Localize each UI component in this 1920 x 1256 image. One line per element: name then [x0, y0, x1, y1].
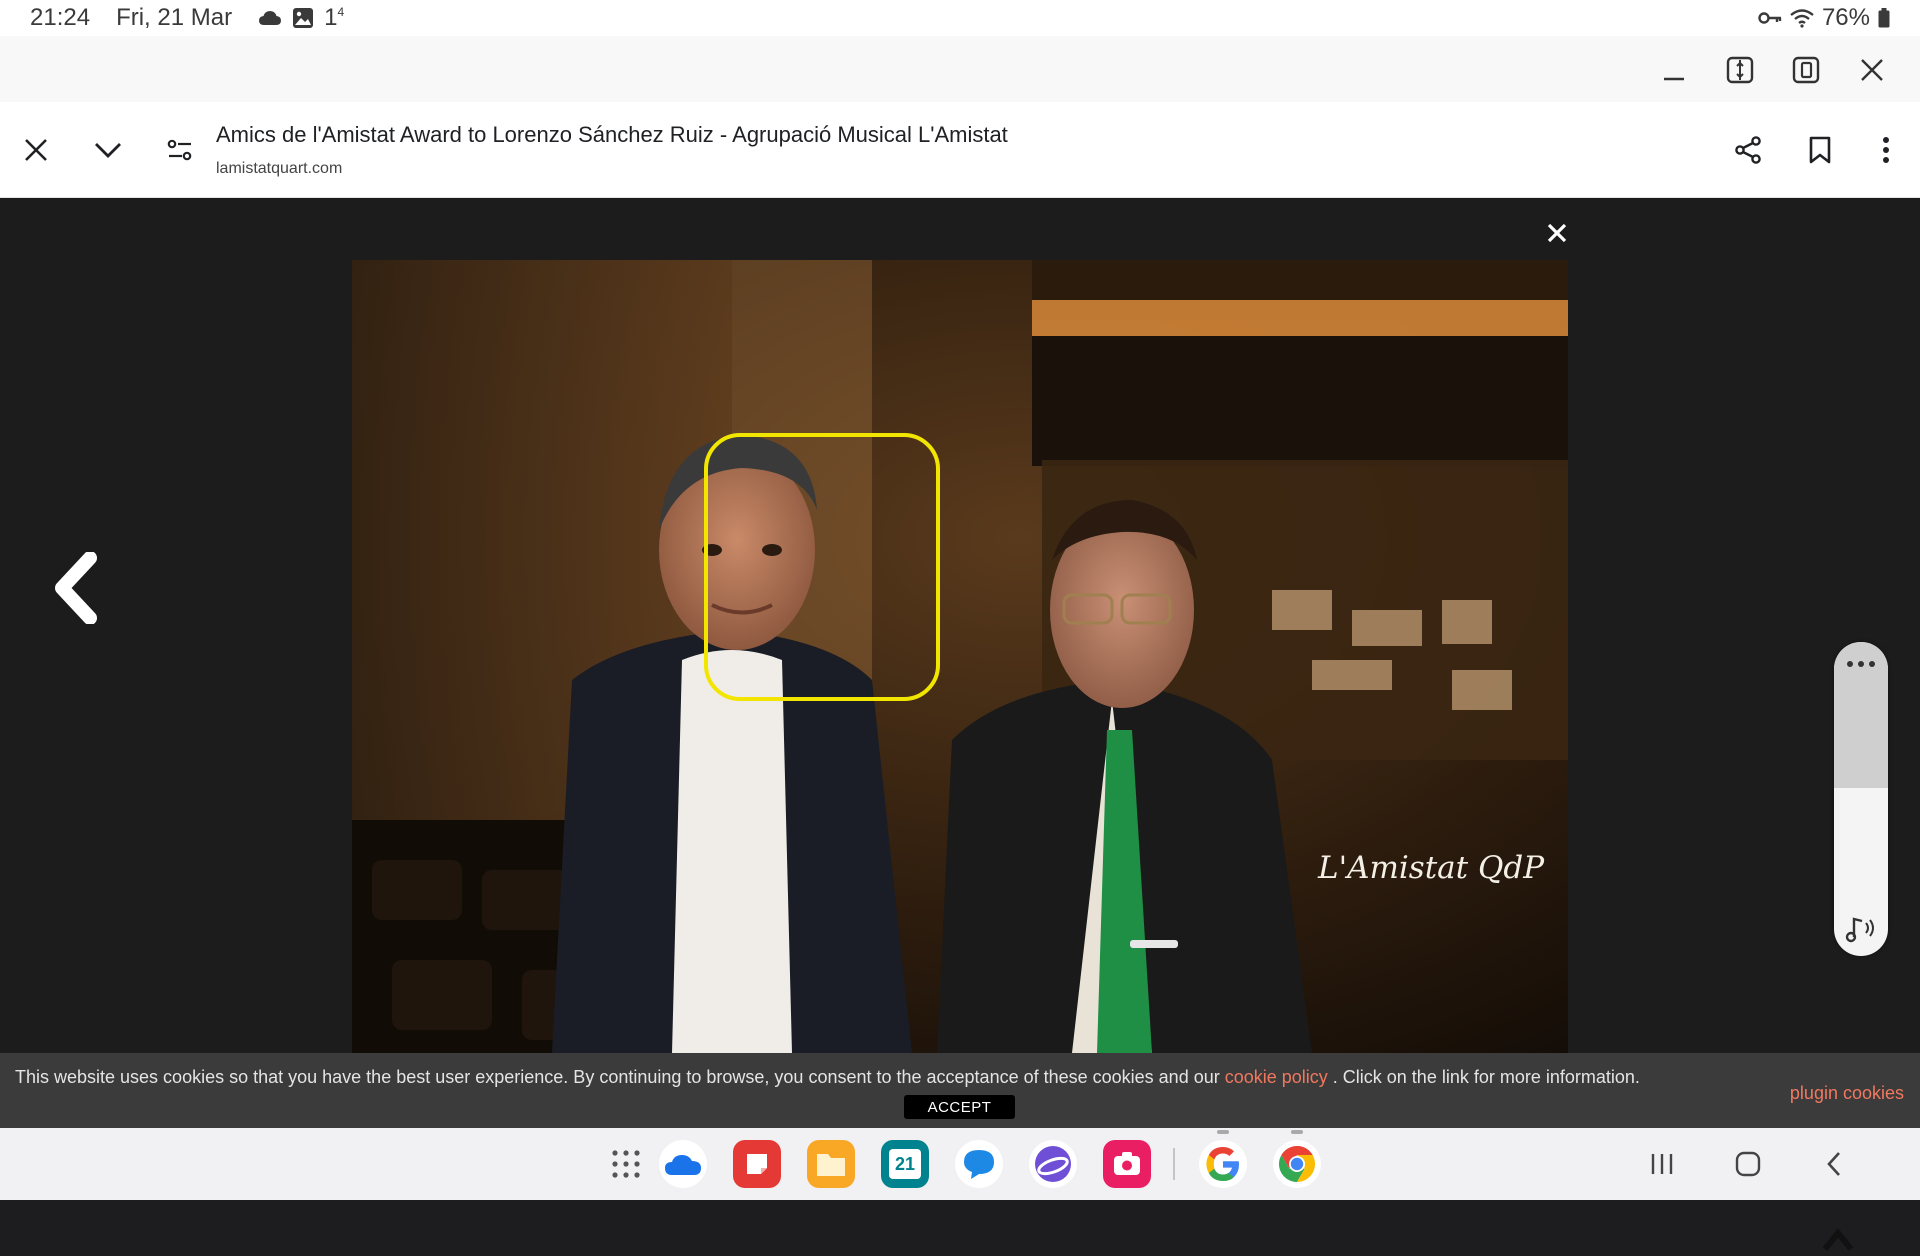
- previous-image-button[interactable]: [40, 538, 110, 638]
- messages-icon: [955, 1140, 1003, 1188]
- screen-recorder-icon: [1103, 1140, 1151, 1188]
- scroll-to-top-button[interactable]: [1818, 1224, 1858, 1256]
- event-photo: L'Amistat QdP: [352, 260, 1568, 1053]
- lightbox-viewer: L'Amistat QdP: [0, 198, 1920, 1251]
- tune-icon: [167, 139, 192, 161]
- running-indicator: [1217, 1130, 1229, 1134]
- share-icon: [1735, 136, 1761, 164]
- bookmark-button[interactable]: [1796, 126, 1844, 174]
- more-horizontal-icon: [1847, 661, 1875, 667]
- split-view-icon: [1726, 56, 1754, 84]
- onedrive-icon: [659, 1140, 707, 1188]
- custom-tab-header: Amics de l'Amistat Award to Lorenzo Sánc…: [0, 102, 1920, 198]
- cloud-icon: [258, 9, 282, 27]
- screen-recorder-app[interactable]: [1103, 1140, 1151, 1188]
- back-button[interactable]: [1812, 1142, 1856, 1186]
- calendar-app[interactable]: 21: [881, 1140, 929, 1188]
- cookie-message: This website uses cookies so that you ha…: [15, 1067, 1640, 1087]
- chrome-icon: [1273, 1140, 1321, 1188]
- google-icon: [1199, 1140, 1247, 1188]
- lightbox-close-button[interactable]: [1540, 216, 1574, 250]
- photo-illustration: [352, 260, 1568, 1053]
- messages-app[interactable]: [955, 1140, 1003, 1188]
- notes-app[interactable]: [733, 1140, 781, 1188]
- gallery-icon: [292, 7, 314, 29]
- minimize-icon: [1664, 77, 1684, 81]
- minimize-button[interactable]: [1654, 50, 1694, 90]
- chrome-app[interactable]: [1273, 1140, 1321, 1188]
- chevron-down-icon: [95, 143, 121, 158]
- window-controls-bar: [0, 36, 1920, 102]
- internet-icon: [1029, 1140, 1077, 1188]
- calendar-icon: 21: [881, 1140, 929, 1188]
- close-tab-button[interactable]: [12, 126, 60, 174]
- home-button[interactable]: [1726, 1142, 1770, 1186]
- face-highlight-box: [704, 433, 940, 701]
- cookie-policy-link[interactable]: cookie policy: [1225, 1067, 1328, 1087]
- bookmark-icon: [1809, 136, 1831, 164]
- my-files-app[interactable]: [807, 1140, 855, 1188]
- calendar-day: 21: [889, 1149, 921, 1179]
- google-app[interactable]: [1199, 1140, 1247, 1188]
- floating-side-panel: [1834, 642, 1888, 956]
- page-info-button[interactable]: [156, 126, 204, 174]
- back-icon: [1827, 1152, 1840, 1176]
- share-button[interactable]: [1724, 126, 1772, 174]
- page-title: Amics de l'Amistat Award to Lorenzo Sánc…: [216, 122, 1008, 147]
- close-icon: [1547, 223, 1567, 243]
- photo-watermark: L'Amistat QdP: [1318, 850, 1545, 886]
- internet-app[interactable]: [1029, 1140, 1077, 1188]
- battery-level: 76%: [1821, 4, 1870, 31]
- accept-cookies-button[interactable]: ACCEPT: [904, 1095, 1015, 1119]
- running-indicator: [1291, 1130, 1303, 1134]
- status-date: Fri, 21 Mar: [116, 4, 233, 31]
- plugin-cookies-link[interactable]: plugin cookies: [1790, 1083, 1904, 1104]
- side-panel-more-button[interactable]: [1834, 652, 1888, 676]
- minimize-tab-button[interactable]: [84, 126, 132, 174]
- taskbar: 21: [0, 1128, 1920, 1200]
- status-time: 21:24: [30, 4, 91, 31]
- status-bar: 21:24 Fri, 21 Mar 14 76%: [0, 0, 1920, 36]
- recents-button[interactable]: [1640, 1142, 1684, 1186]
- split-view-button[interactable]: [1720, 50, 1760, 90]
- more-options-button[interactable]: [1862, 126, 1910, 174]
- recents-icon: [1651, 1154, 1673, 1174]
- my-files-icon: [807, 1140, 855, 1188]
- popup-view-button[interactable]: [1786, 50, 1826, 90]
- notes-icon: [733, 1140, 781, 1188]
- apps-grid-icon: [612, 1150, 640, 1178]
- close-icon: [25, 139, 47, 161]
- close-window-button[interactable]: [1852, 50, 1892, 90]
- battery-icon: [1878, 8, 1890, 28]
- close-icon: [1861, 59, 1883, 81]
- key-icon: [1758, 11, 1782, 25]
- popup-view-icon: [1792, 56, 1820, 84]
- music-sound-icon: [1845, 917, 1874, 943]
- dock-separator: [1173, 1148, 1175, 1180]
- side-panel-audio-button[interactable]: [1834, 910, 1888, 946]
- apps-grid-button[interactable]: [602, 1140, 650, 1188]
- cookie-banner: This website uses cookies so that you ha…: [0, 1053, 1920, 1128]
- notification-count: 14: [324, 4, 345, 31]
- arrow-up-icon: [1822, 1228, 1854, 1251]
- wifi-icon: [1790, 8, 1814, 28]
- chevron-left-icon: [55, 552, 97, 624]
- onedrive-app[interactable]: [659, 1140, 707, 1188]
- page-url: lamistatquart.com: [216, 160, 343, 177]
- home-icon: [1735, 1151, 1761, 1177]
- more-vertical-icon: [1883, 137, 1889, 163]
